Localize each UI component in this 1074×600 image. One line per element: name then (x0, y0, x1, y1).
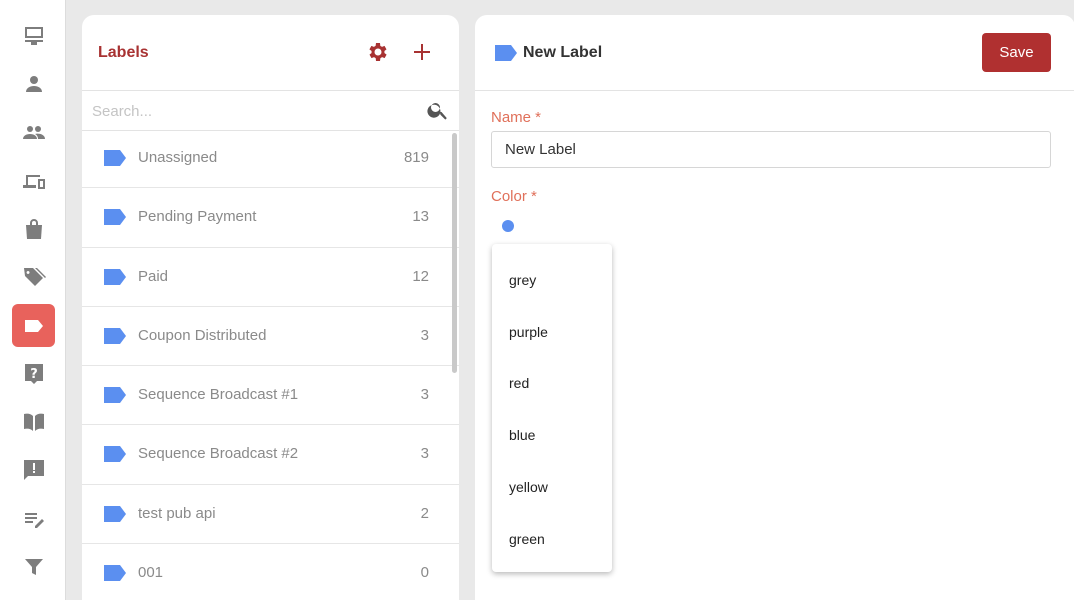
label-tag-icon (104, 327, 126, 344)
label-count: 0 (420, 564, 429, 582)
nav-feedback[interactable] (12, 448, 55, 491)
name-input[interactable] (491, 131, 1051, 168)
label-row-sequence-broadcast-1[interactable]: Sequence Broadcast #1 3 (82, 366, 459, 426)
label-tag-icon (104, 505, 126, 522)
settings-button[interactable] (366, 40, 390, 64)
nav-devices[interactable] (12, 159, 55, 202)
nav-help[interactable]: ? (12, 352, 55, 395)
label-icon (24, 319, 43, 332)
nav-rail: ? (0, 0, 66, 600)
search-input[interactable] (92, 99, 412, 123)
nav-orders[interactable] (12, 207, 55, 250)
label-tag-icon (104, 446, 126, 463)
label-row-coupon-distributed[interactable]: Coupon Distributed 3 (82, 307, 459, 367)
label-name: Sequence Broadcast #2 (138, 445, 299, 463)
label-name: 001 (138, 564, 164, 582)
label-row-sequence-broadcast-2[interactable]: Sequence Broadcast #2 3 (82, 425, 459, 485)
nav-contacts[interactable] (12, 62, 55, 105)
nav-notes[interactable] (12, 497, 55, 540)
color-option-purple[interactable]: purple (492, 306, 612, 358)
label-name: Unassigned (138, 149, 218, 166)
nav-tags[interactable] (12, 255, 55, 298)
detail-header: New Label Save (475, 15, 1074, 91)
inbox-icon (24, 26, 43, 45)
nav-inbox[interactable] (12, 14, 55, 57)
label-row-pending-payment[interactable]: Pending Payment 13 (82, 188, 459, 248)
color-dropdown: grey purple red blue yellow green (492, 244, 612, 572)
search-icon (427, 103, 447, 120)
price-tags-icon (23, 267, 46, 286)
color-select[interactable] (502, 220, 514, 232)
label-name: Coupon Distributed (138, 326, 267, 344)
color-option-blue[interactable]: blue (492, 409, 612, 461)
list-scrollbar[interactable] (452, 133, 457, 373)
labels-panel: Labels Unassigned 819 Pending Payment 13… (82, 15, 459, 600)
label-row-001[interactable]: 001 0 (82, 544, 459, 600)
label-name: Paid (138, 267, 169, 285)
search-bar (82, 91, 459, 131)
svg-text:?: ? (30, 367, 38, 382)
filter-icon (24, 558, 43, 575)
plus-icon (414, 44, 430, 60)
label-name: Pending Payment (138, 208, 257, 226)
group-icon (22, 125, 45, 139)
label-tag-icon (104, 268, 126, 285)
labels-header: Labels (82, 15, 459, 91)
label-count: 3 (420, 386, 429, 404)
label-count: 2 (420, 504, 429, 522)
name-field-label: Name * (491, 109, 542, 126)
color-option-red[interactable]: red (492, 358, 612, 410)
label-name: Sequence Broadcast #1 (138, 386, 299, 404)
nav-filters[interactable] (12, 545, 55, 588)
nav-knowledge-base[interactable] (12, 400, 55, 443)
add-label-button[interactable] (410, 40, 434, 64)
label-row-unassigned[interactable]: Unassigned 819 (82, 129, 459, 189)
nav-teams[interactable] (12, 110, 55, 153)
label-tag-icon (104, 565, 126, 582)
label-count: 12 (412, 267, 429, 285)
label-detail-panel: New Label Save Name * Color * grey purpl… (475, 15, 1074, 600)
devices-icon (22, 174, 45, 189)
help-icon: ? (24, 363, 43, 384)
label-count: 13 (412, 208, 429, 226)
save-button[interactable]: Save (982, 33, 1051, 72)
label-row-test-pub-api[interactable]: test pub api 2 (82, 485, 459, 545)
color-option-green[interactable]: green (492, 513, 612, 565)
color-option-yellow[interactable]: yellow (492, 461, 612, 513)
label-tag-icon (495, 45, 517, 61)
book-icon (23, 413, 44, 431)
nav-labels[interactable] (12, 304, 55, 347)
label-row-paid[interactable]: Paid 12 (82, 248, 459, 307)
label-tag-icon (104, 387, 126, 404)
edit-list-icon (24, 512, 44, 528)
search-button[interactable] (426, 98, 450, 122)
label-count: 3 (420, 326, 429, 344)
label-count: 3 (420, 445, 429, 463)
color-option-grey[interactable]: grey (492, 254, 612, 306)
label-tag-icon (104, 150, 126, 166)
person-icon (25, 75, 42, 92)
feedback-icon (23, 459, 44, 480)
labels-title: Labels (98, 44, 149, 61)
label-count: 819 (403, 149, 429, 166)
shopping-bag-icon (25, 218, 42, 239)
label-name: test pub api (138, 504, 216, 522)
label-list: Unassigned 819 Pending Payment 13 Paid 1… (82, 129, 459, 600)
gear-icon (369, 43, 387, 61)
detail-title: New Label (523, 44, 603, 61)
label-tag-icon (104, 209, 126, 226)
color-field-label: Color * (491, 188, 537, 205)
